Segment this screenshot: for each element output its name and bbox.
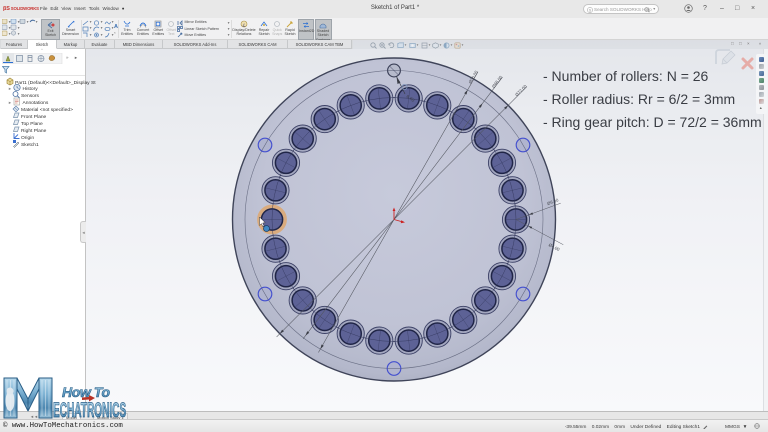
svg-text:ECHATRONICS: ECHATRONICS [53,399,126,422]
svg-text:S: S [588,8,591,12]
svg-text:Ø72.00: Ø72.00 [514,83,528,97]
svg-text:¿: ¿ [242,22,245,28]
svg-text:Ø66.00: Ø66.00 [491,74,504,89]
